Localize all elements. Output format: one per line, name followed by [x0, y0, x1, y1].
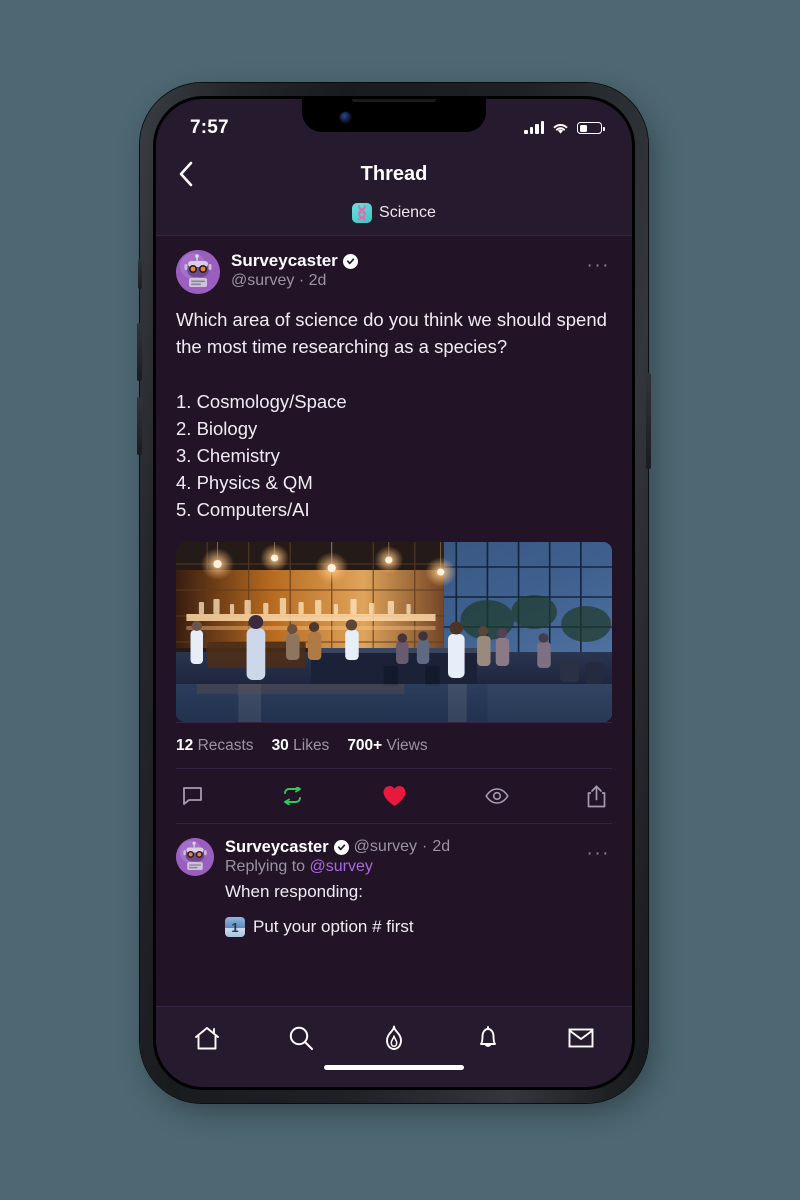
- share-icon: [587, 784, 606, 807]
- replying-to-mention[interactable]: @survey: [310, 858, 373, 875]
- stat-likes-value: 30: [271, 736, 289, 754]
- author-handle: @survey · 2d: [231, 272, 327, 289]
- stat-views-value: 700+: [347, 736, 383, 754]
- heart-icon: [383, 785, 406, 806]
- reply-bullet-item: 1 Put your option # first: [225, 917, 574, 937]
- bottom-nav: [156, 1006, 632, 1063]
- reply-content: Surveycaster @survey · 2d Replying to @s…: [225, 837, 574, 937]
- reply-bullet-text: Put your option # first: [253, 917, 414, 936]
- nav-notifications[interactable]: [467, 1021, 509, 1055]
- reply-text: When responding:: [225, 881, 363, 901]
- stat-likes-label: Likes: [293, 736, 330, 754]
- post-stats: 12 Recasts 30 Likes 700+ Views: [176, 721, 612, 769]
- phone-screen: 7:57 Thread Science Surveycaster @survey…: [156, 99, 632, 1087]
- volume-down-button[interactable]: [137, 397, 142, 455]
- laboratory-interior-photo: [176, 541, 612, 722]
- phone-bezel: 7:57 Thread Science Surveycaster @survey…: [153, 96, 635, 1090]
- keycap-one-icon: 1: [225, 917, 245, 937]
- stat-views-label: Views: [386, 736, 428, 754]
- nav-search[interactable]: [280, 1021, 322, 1055]
- reply-author-display-name: Surveycaster: [225, 837, 329, 856]
- phone-frame: 7:57 Thread Science Surveycaster @survey…: [137, 83, 651, 1103]
- reply-item: Surveycaster @survey · 2d Replying to @s…: [156, 824, 632, 938]
- post-more-menu-button[interactable]: ···: [585, 256, 612, 275]
- nav-messages[interactable]: [560, 1021, 602, 1055]
- post-body-text: Which area of science do you think we sh…: [176, 309, 607, 521]
- robot-avatar: [176, 837, 214, 876]
- cellular-signal-icon: [524, 121, 544, 134]
- share-button[interactable]: [587, 784, 606, 808]
- reply-button[interactable]: [182, 786, 203, 807]
- volume-up-button[interactable]: [137, 323, 142, 381]
- phone-mockup: 7:57 Thread Science Surveycaster @survey…: [137, 83, 660, 1117]
- stat-views[interactable]: 700+ Views: [347, 737, 427, 755]
- status-time: 7:57: [190, 117, 229, 138]
- recast-button[interactable]: [281, 787, 304, 805]
- notch: [302, 99, 486, 132]
- envelope-icon: [568, 1028, 594, 1048]
- avatar[interactable]: [176, 250, 220, 294]
- dna-helix-icon: [352, 203, 373, 223]
- stat-recasts-value: 12: [176, 736, 194, 754]
- power-button[interactable]: [646, 373, 651, 469]
- verified-badge-icon: [333, 839, 349, 855]
- replying-to-line: Replying to @survey: [225, 858, 574, 876]
- verified-badge-icon: [342, 253, 358, 269]
- replying-to-prefix: Replying to: [225, 857, 306, 875]
- comment-icon: [183, 786, 202, 805]
- avatar[interactable]: [176, 837, 214, 876]
- views-button[interactable]: [485, 788, 509, 804]
- channel-name: Science: [379, 204, 436, 221]
- reply-timestamp: 2d: [432, 838, 451, 855]
- bell-icon: [479, 1026, 496, 1047]
- wifi-icon: [553, 124, 568, 134]
- post-actions: [176, 769, 612, 824]
- nav-home[interactable]: [186, 1021, 228, 1055]
- robot-avatar: [176, 250, 220, 294]
- main-post: Surveycaster @survey · 2d ··· Which area…: [156, 236, 632, 722]
- front-camera-icon: [340, 112, 351, 123]
- silent-switch[interactable]: [138, 259, 142, 289]
- channel-chip[interactable]: Science: [156, 203, 632, 223]
- eye-icon: [485, 788, 509, 804]
- app-header: Thread Science: [156, 151, 632, 235]
- post-author-meta: Surveycaster @survey · 2d: [231, 250, 574, 290]
- home-indicator-area: [156, 1063, 632, 1087]
- search-icon: [289, 1026, 313, 1050]
- post-header: Surveycaster @survey · 2d ···: [176, 250, 612, 294]
- flame-icon: [386, 1025, 402, 1050]
- reply-more-menu-button[interactable]: ···: [585, 844, 612, 938]
- stat-recasts-label: Recasts: [197, 736, 254, 754]
- post-image[interactable]: [176, 541, 612, 722]
- earpiece-speaker-icon: [352, 99, 436, 102]
- thread-feed[interactable]: Surveycaster @survey · 2d ··· Which area…: [156, 235, 632, 1006]
- home-indicator[interactable]: [324, 1065, 464, 1070]
- author-display-name: Surveycaster: [231, 251, 338, 270]
- stat-likes[interactable]: 30 Likes: [272, 737, 330, 755]
- stat-recasts[interactable]: 12 Recasts: [176, 737, 254, 755]
- recast-icon: [284, 787, 301, 805]
- nav-trending[interactable]: [373, 1021, 415, 1055]
- reply-separator: ·: [422, 838, 428, 855]
- reply-author-handle: @survey: [353, 838, 418, 855]
- battery-icon: [577, 122, 605, 134]
- home-icon: [195, 1026, 219, 1049]
- page-title: Thread: [360, 162, 428, 185]
- like-button[interactable]: [382, 785, 407, 808]
- status-icons: [524, 121, 605, 135]
